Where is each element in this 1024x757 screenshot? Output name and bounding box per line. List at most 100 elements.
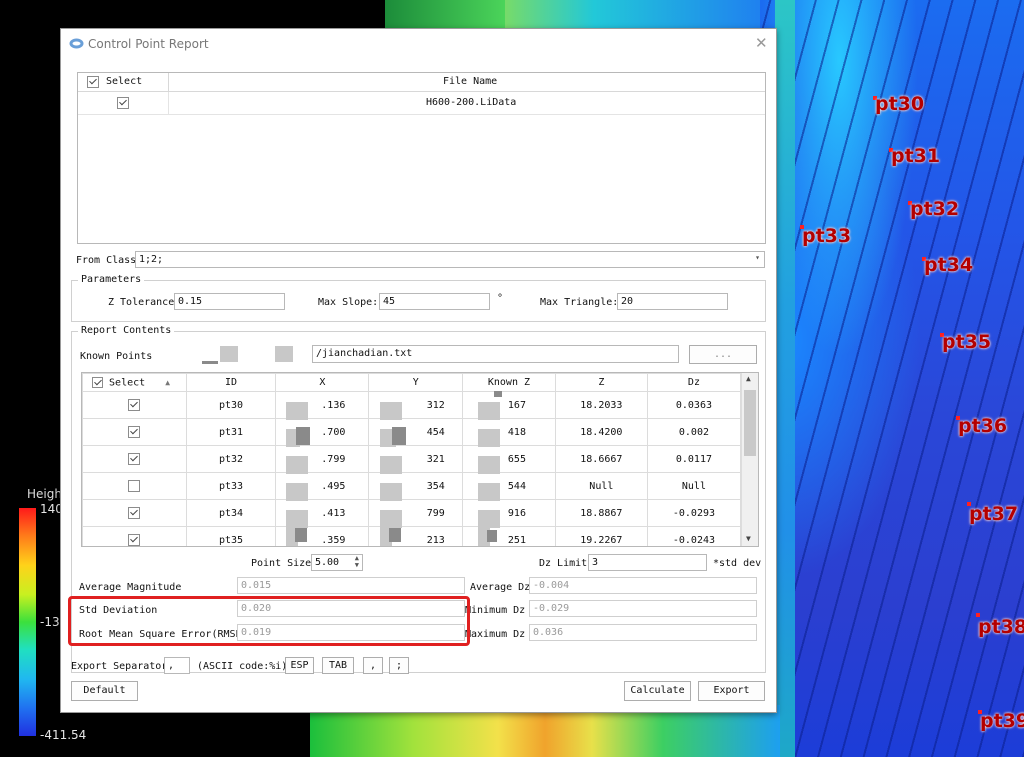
from-class-value: 1;2;	[139, 254, 164, 265]
export-button[interactable]: Export	[698, 681, 765, 701]
col-dz[interactable]: Dz	[646, 373, 742, 392]
file-name: H600-200.LiData	[426, 97, 517, 108]
report-contents-title: Report Contents	[78, 325, 175, 336]
default-button[interactable]: Default	[71, 681, 138, 701]
legend-title: Heigh	[27, 487, 62, 501]
point-cloud-edge	[775, 0, 795, 757]
select-all-points-checkbox[interactable]	[92, 376, 103, 388]
table-row[interactable]: pt30 .136 312 167 18.2033 0.0363	[82, 391, 742, 419]
min-dz-label: Minimum Dz	[465, 605, 526, 616]
avg-magnitude-label: Average Magnitude	[79, 582, 182, 593]
file-row[interactable]: H600-200.LiData	[78, 92, 765, 115]
file-row-checkbox[interactable]	[117, 97, 129, 109]
scroll-up-icon[interactable]: ▲	[746, 374, 751, 383]
row-checkbox[interactable]	[128, 507, 141, 519]
row-checkbox[interactable]	[128, 480, 141, 492]
spin-arrows-icon[interactable]: ▲ ▼	[355, 555, 359, 569]
redacted-region	[286, 402, 308, 420]
point-label-pt36: pt36	[958, 415, 1008, 437]
table-row[interactable]: pt33 .495 354 544 Null Null	[82, 472, 742, 500]
col-y[interactable]: Y	[368, 373, 464, 392]
cell-id: pt35	[185, 526, 277, 546]
row-select-cell	[82, 391, 187, 419]
redacted-region	[295, 528, 307, 542]
col-select[interactable]: Select ▲	[82, 373, 187, 392]
dz-limit-input[interactable]: 3	[588, 554, 707, 571]
z-tolerance-input[interactable]: 0.15	[174, 293, 285, 310]
cell-dz: 0.0363	[646, 391, 742, 419]
redacted-region	[202, 361, 218, 364]
cell-z: 18.8867	[554, 499, 648, 527]
row-checkbox[interactable]	[128, 534, 141, 546]
col-x[interactable]: X	[275, 373, 370, 392]
cell-z: 18.4200	[554, 418, 648, 446]
redacted-region	[478, 402, 500, 420]
point-label-pt32: pt32	[910, 198, 960, 220]
cell-id: pt32	[185, 445, 277, 473]
browse-button[interactable]: ...	[689, 345, 757, 364]
scroll-down-icon[interactable]: ▼	[746, 534, 751, 543]
header-file-name: File Name	[443, 76, 498, 87]
row-checkbox[interactable]	[128, 426, 141, 438]
redacted-region	[275, 346, 293, 362]
known-points-label: Known Points	[80, 351, 153, 362]
redacted-region	[478, 456, 500, 474]
redacted-region	[389, 528, 401, 542]
table-row[interactable]: pt35 .359 213 251 19.2267 -0.0243	[82, 526, 742, 546]
redacted-region	[478, 429, 500, 447]
point-size-label: Point Size	[251, 558, 312, 569]
select-all-files-checkbox[interactable]	[87, 76, 99, 88]
chevron-down-icon: ▾	[755, 253, 760, 262]
cell-known-z-value: 251	[507, 534, 526, 546]
point-label-pt37: pt37	[969, 503, 1019, 525]
calculate-button[interactable]: Calculate	[624, 681, 691, 701]
app-logo-icon	[69, 38, 84, 49]
title-bar[interactable]: Control Point Report ✕	[61, 29, 776, 59]
file-list: Select File Name H600-200.LiData	[77, 72, 766, 244]
from-class-select[interactable]: 1;2; ▾	[135, 251, 765, 268]
max-triangle-label: Max Triangle:	[540, 297, 619, 308]
redacted-region	[478, 510, 500, 528]
cell-id: pt33	[185, 472, 277, 500]
table-row[interactable]: pt34 .413 799 916 18.8867 -0.0293	[82, 499, 742, 527]
esp-button[interactable]: ESP	[285, 657, 314, 674]
redacted-region	[380, 402, 402, 420]
file-row-select-cell	[78, 92, 169, 114]
tab-button[interactable]: TAB	[322, 657, 354, 674]
row-select-cell	[82, 445, 187, 473]
point-label-pt30: pt30	[875, 93, 925, 115]
redacted-region	[494, 391, 502, 397]
point-label-pt33: pt33	[802, 225, 852, 247]
table-row[interactable]: pt31 .700 454 418 18.4200 0.002	[82, 418, 742, 446]
max-slope-input[interactable]: 45	[379, 293, 490, 310]
col-id[interactable]: ID	[185, 373, 277, 392]
known-points-path-input[interactable]: /jianchadian.txt	[312, 345, 679, 363]
row-checkbox[interactable]	[128, 453, 141, 465]
avg-magnitude-field: 0.015	[237, 577, 465, 594]
point-label-pt39: pt39	[980, 710, 1024, 732]
export-separator-input[interactable]: ,	[164, 657, 190, 674]
point-cloud-top-green	[385, 0, 505, 30]
points-header-row: Select ▲ ID X Y Known Z Z Dz	[82, 373, 742, 392]
degree-symbol: °	[497, 293, 504, 304]
sort-up-icon: ▲	[165, 378, 171, 388]
points-table-scrollbar[interactable]: ▲ ▼	[741, 373, 758, 546]
cell-dz: 0.0117	[646, 445, 742, 473]
redacted-region	[286, 510, 308, 528]
cell-dz: Null	[646, 472, 742, 500]
from-class-label: From Class:	[76, 255, 143, 266]
highlight-annotation	[68, 596, 470, 646]
close-icon[interactable]: ✕	[755, 34, 768, 52]
col-known-z[interactable]: Known Z	[462, 373, 556, 392]
row-select-cell	[82, 472, 187, 500]
cell-id: pt34	[185, 499, 277, 527]
scroll-thumb[interactable]	[744, 390, 756, 456]
col-z[interactable]: Z	[554, 373, 648, 392]
row-checkbox[interactable]	[128, 399, 141, 411]
semicolon-button[interactable]: ;	[389, 657, 409, 674]
max-triangle-input[interactable]: 20	[617, 293, 728, 310]
table-row[interactable]: pt32 .799 321 655 18.6667 0.0117	[82, 445, 742, 473]
comma-button[interactable]: ,	[363, 657, 383, 674]
cell-known-z: 251	[462, 526, 556, 546]
point-size-spinbox[interactable]: 5.00 ▲ ▼	[311, 554, 363, 571]
